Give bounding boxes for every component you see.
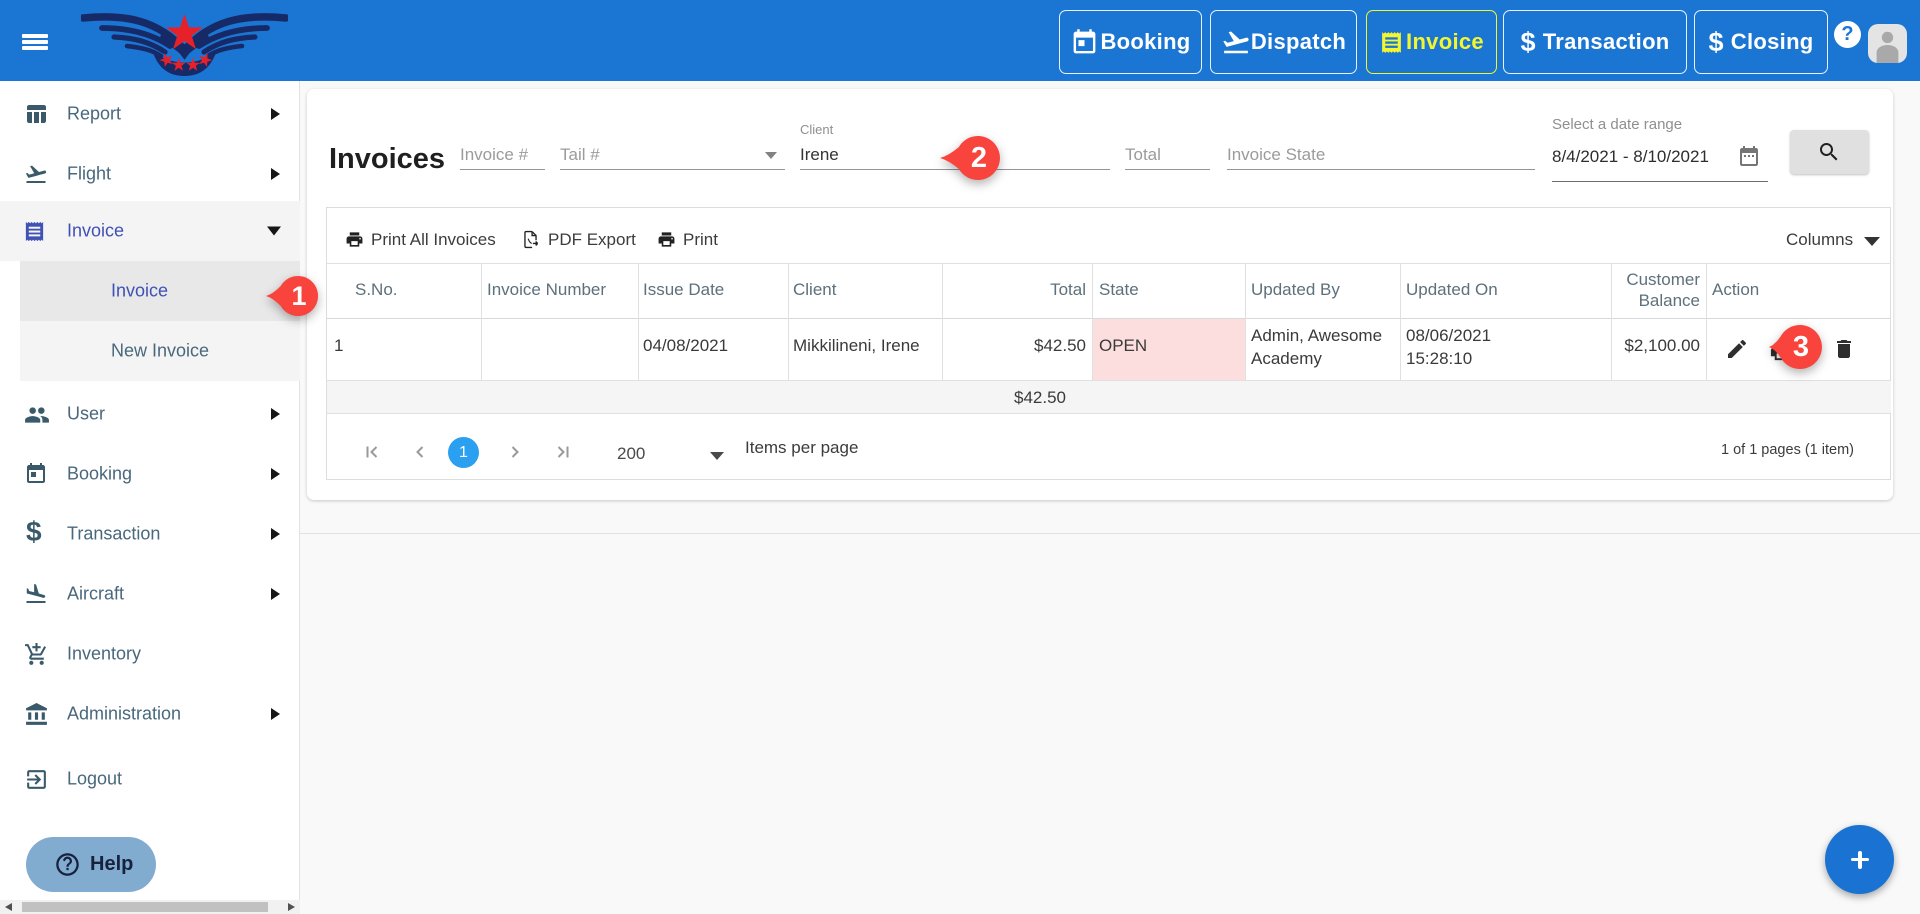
svg-text:2: 2 <box>971 142 987 174</box>
svg-text:3: 3 <box>1793 331 1809 363</box>
svg-text:1: 1 <box>291 281 306 311</box>
